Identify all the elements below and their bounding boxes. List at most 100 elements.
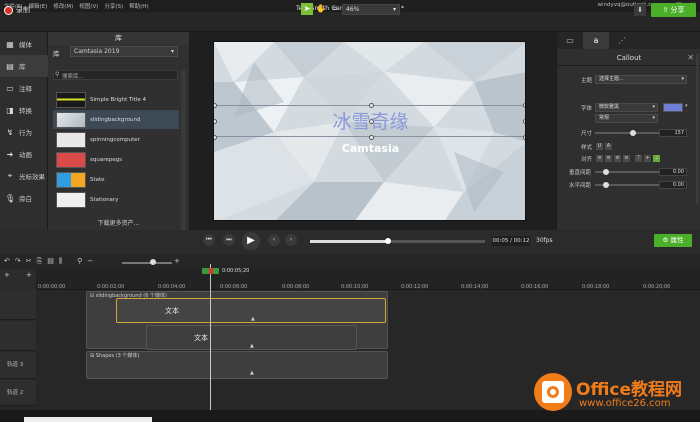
zoom-in-icon[interactable]: +: [174, 257, 180, 265]
scrollbar-thumb[interactable]: [24, 417, 152, 422]
sidebar-item-annotations[interactable]: ▭ 注释: [0, 77, 48, 99]
scrubber-knob[interactable]: [385, 238, 391, 244]
valign-top-icon[interactable]: ⊤: [635, 155, 642, 162]
zoom-out-icon[interactable]: ⚲: [77, 257, 82, 266]
letter-spacing-label: 水平间距: [569, 183, 592, 189]
step-forward-icon[interactable]: ›: [285, 234, 297, 246]
behavior-icon: ↯: [6, 127, 14, 137]
resize-handle[interactable]: [369, 135, 374, 140]
step-backward-icon[interactable]: ‹: [268, 234, 280, 246]
text-style-buttons: U A: [596, 143, 612, 150]
align-center-icon[interactable]: ≡: [605, 155, 612, 162]
sidebar-item-cursor-effects[interactable]: ⌖ 光标效果: [0, 165, 48, 187]
close-icon[interactable]: ✕: [687, 53, 694, 62]
cut-icon[interactable]: ✂: [26, 257, 32, 266]
sidebar-item-transitions[interactable]: ◨ 转换: [0, 99, 48, 121]
library-dropdown[interactable]: Camtasia 2019 ▾: [70, 46, 178, 57]
pan-tool-icon[interactable]: ✋: [315, 3, 327, 15]
size-label: 尺寸: [581, 131, 593, 137]
paste-icon[interactable]: ▤: [47, 257, 54, 266]
align-right-icon[interactable]: ≡: [614, 155, 621, 162]
list-item[interactable]: Simple Bright Title 4: [53, 90, 179, 109]
playhead-marker[interactable]: [209, 268, 213, 274]
text-clip[interactable]: 文本 ▲: [116, 298, 386, 323]
size-slider-knob[interactable]: [630, 130, 636, 136]
record-button[interactable]: 录制: [4, 5, 30, 15]
chevron-down-icon[interactable]: ▾: [685, 103, 688, 109]
timeline-zoom-slider[interactable]: [122, 262, 172, 264]
callout-subtitle-text[interactable]: Camtasia: [214, 142, 525, 155]
line-spacing-label: 垂直间距: [569, 170, 592, 176]
sidebar-item-media[interactable]: ▦ 媒体: [0, 33, 48, 55]
list-item[interactable]: spinningcomputer: [53, 130, 179, 149]
thumbnail: [56, 171, 86, 188]
sidebar-item-label: 库: [19, 63, 26, 71]
list-item[interactable]: State: [53, 170, 179, 189]
preview-area: 冰雪奇缘 Camtasia: [189, 32, 556, 230]
play-button[interactable]: ▶: [242, 232, 260, 250]
previous-frame-icon[interactable]: ⏮: [203, 234, 215, 246]
step-back-icon[interactable]: ⏭: [223, 234, 235, 246]
valign-middle-icon[interactable]: +: [644, 155, 651, 162]
sidebar-item-library[interactable]: ▤ 库: [0, 55, 48, 77]
properties-label: 属性: [670, 236, 684, 244]
text-clip[interactable]: 文本 ▲: [146, 325, 357, 350]
annotation-icon: ▭: [6, 83, 14, 93]
divider: [557, 65, 700, 66]
clip-marker-icon: ▲: [250, 343, 254, 349]
resize-handle[interactable]: [523, 135, 525, 140]
select-tool-icon[interactable]: ➤: [301, 3, 313, 15]
letter-spacing-knob[interactable]: [603, 182, 609, 188]
timeline-zoom-knob[interactable]: [150, 259, 156, 265]
copy-icon[interactable]: ⎘: [37, 257, 43, 266]
share-button[interactable]: ⇪ 分享: [651, 3, 696, 17]
track-header-3[interactable]: 轨道 3: [0, 352, 36, 379]
strikethrough-icon[interactable]: A: [605, 143, 612, 150]
microphone-icon: 🎙: [5, 193, 16, 203]
tab-effects[interactable]: ⋰: [609, 32, 635, 49]
theme-dropdown[interactable]: 选择主题... ▾: [595, 75, 687, 84]
crop-tool-icon[interactable]: ⌗: [329, 3, 341, 15]
download-more-link[interactable]: 下载更多资产...: [48, 218, 189, 227]
align-left-icon[interactable]: ≡: [596, 155, 603, 162]
font-dropdown[interactable]: 微软雅黑 ▾: [595, 103, 658, 112]
letter-spacing-field[interactable]: 0.00: [659, 181, 687, 189]
properties-button[interactable]: ⚙ 属性: [654, 234, 692, 247]
style-dropdown[interactable]: 常规 ▾: [595, 114, 658, 123]
sidebar-item-voice-narration[interactable]: 🎙 旁白: [0, 187, 48, 209]
track-header[interactable]: [0, 321, 36, 351]
sidebar-item-behaviors[interactable]: ↯ 行为: [0, 121, 48, 143]
download-icon[interactable]: ⬇: [634, 4, 646, 16]
callout-title-text[interactable]: 冰雪奇缘: [214, 107, 525, 134]
tab-visual-properties[interactable]: ▭: [557, 32, 583, 49]
library-panel: 库 库 Camtasia 2019 ▾ ⚲ 搜索库... Simple Brig…: [48, 32, 189, 242]
font-color-swatch[interactable]: [663, 103, 683, 112]
line-spacing-field[interactable]: 0.00: [659, 168, 687, 176]
library-scrollbar[interactable]: [181, 70, 186, 242]
valign-bottom-icon[interactable]: ⊥: [653, 155, 660, 162]
sidebar-item-animations[interactable]: ➜ 动画: [0, 143, 48, 165]
track-header[interactable]: [0, 290, 36, 320]
underline-icon[interactable]: U: [596, 143, 603, 150]
thumbnail: [56, 151, 86, 168]
list-item[interactable]: squarepegs: [53, 150, 179, 169]
add-track-icon[interactable]: +: [4, 271, 10, 279]
track-header-2[interactable]: 轨道 2: [0, 380, 36, 406]
canvas[interactable]: 冰雪奇缘 Camtasia: [213, 41, 526, 221]
list-item[interactable]: slidingbackground: [53, 110, 179, 129]
justify-icon[interactable]: ≡: [623, 155, 630, 162]
list-item[interactable]: Stationary: [53, 190, 179, 209]
tab-text-properties[interactable]: a: [583, 32, 609, 49]
playhead-line[interactable]: [210, 264, 211, 410]
zoom-dropdown[interactable]: 46% ▾: [342, 4, 400, 15]
zoom-minus-icon[interactable]: −: [87, 257, 93, 266]
size-value-field[interactable]: 157: [659, 129, 687, 137]
undo-icon[interactable]: ↶: [4, 257, 10, 266]
library-search-input[interactable]: ⚲ 搜索库...: [53, 70, 178, 80]
group-clip-shapes[interactable]: ⊞ Shapes (3 个媒体) ▲: [86, 351, 388, 379]
split-icon[interactable]: ⫼: [59, 257, 62, 266]
add-track-icon[interactable]: +: [26, 271, 32, 279]
redo-icon[interactable]: ↷: [15, 257, 21, 266]
properties-scrollbar[interactable]: [696, 54, 699, 204]
line-spacing-knob[interactable]: [603, 169, 609, 175]
